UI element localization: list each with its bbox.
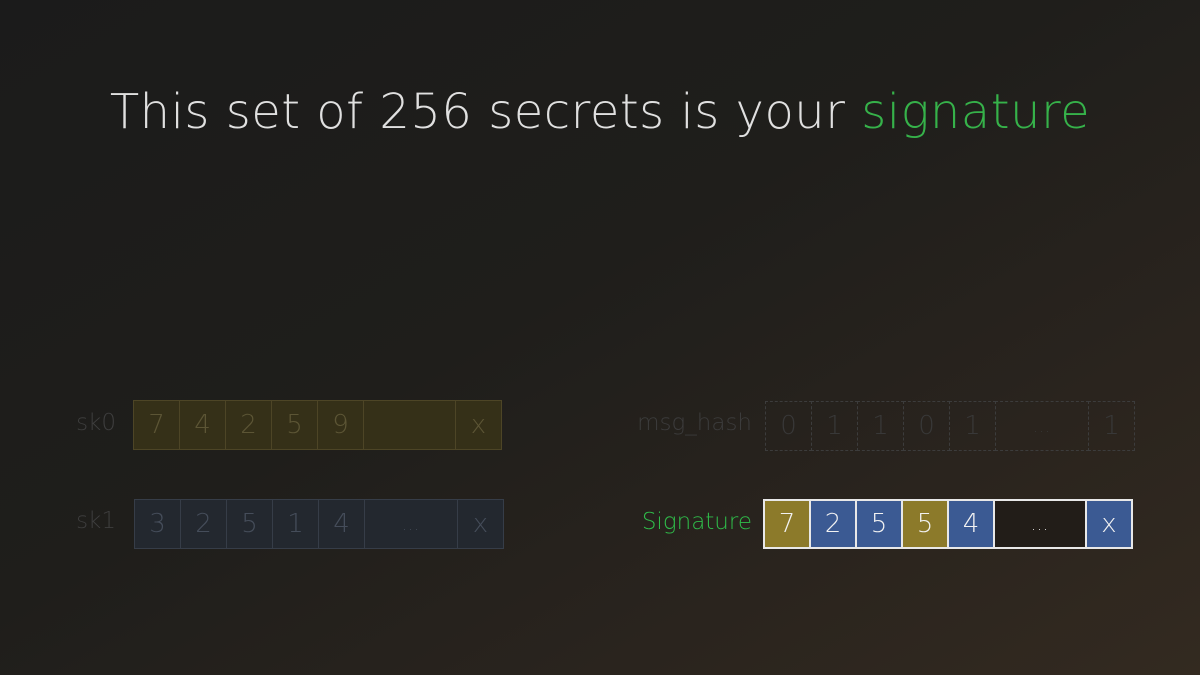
sk1-label: sk1 [76,508,116,534]
signature-label: Signature [641,509,752,535]
sk0-cell: 2 [225,400,272,450]
sk0-ellipsis-cell [363,400,456,450]
sk0-array: 7 4 2 5 9 x [133,400,502,450]
sk0-cell: 9 [317,400,364,450]
sk1-cell: 2 [180,499,227,549]
msg-hash-label: msg_hash [637,410,752,436]
msg-hash-bit: 1 [949,401,996,451]
msg-hash-array: 0 1 1 0 1 ... 1 [765,401,1135,451]
msg-hash-bit: 0 [765,401,812,451]
signature-cell: 5 [901,499,949,549]
sk1-ellipsis-cell: ... [364,499,458,549]
sk0-cell-last: x [455,400,502,450]
signature-cell: 7 [763,499,811,549]
msg-hash-bit-last: 1 [1088,401,1135,451]
msg-hash-bit: 1 [811,401,858,451]
signature-cell: 4 [947,499,995,549]
sk1-cell: 5 [226,499,273,549]
sk0-cell: 5 [271,400,318,450]
sk1-cell: 4 [318,499,365,549]
sk1-cell: 3 [134,499,181,549]
title-highlight: signature [861,84,1091,140]
sk1-array: 3 2 5 1 4 ... x [134,499,504,549]
sk0-cell: 4 [179,400,226,450]
sk0-cell: 7 [133,400,180,450]
slide-title: This set of 256 secrets is your signatur… [0,84,1200,140]
signature-cell-last: x [1085,499,1133,549]
sk1-cell-last: x [457,499,504,549]
signature-array: 7 2 5 5 4 ... x [763,499,1133,549]
signature-cell: 2 [809,499,857,549]
sk1-cell: 1 [272,499,319,549]
slide: This set of 256 secrets is your signatur… [0,0,1200,675]
sk0-label: sk0 [76,410,116,436]
msg-hash-bit: 0 [903,401,950,451]
signature-cell: 5 [855,499,903,549]
msg-hash-ellipsis-cell: ... [995,401,1089,451]
msg-hash-bit: 1 [857,401,904,451]
title-prefix: This set of 256 secrets is your [109,84,862,140]
signature-ellipsis-cell: ... [993,499,1087,549]
